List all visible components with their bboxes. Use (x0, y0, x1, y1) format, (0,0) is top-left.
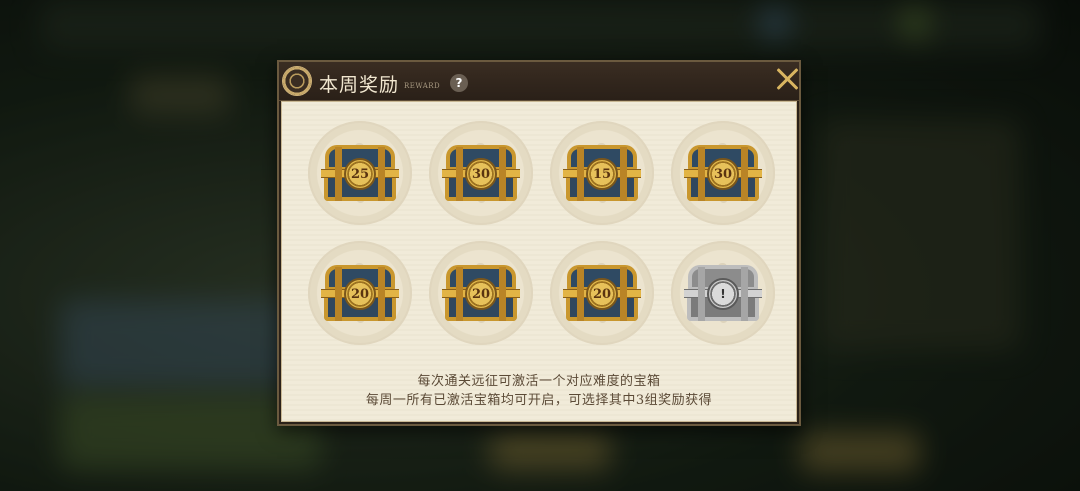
treasure-chest-icon: 15 (563, 145, 641, 203)
chest-count-label: 25 (350, 166, 370, 182)
reward-panel-body: 25 30 15 30 20 20 20 ! 每次通关远征可激活一个对应难度的宝… (281, 101, 797, 422)
chest-count-label: 30 (713, 166, 733, 182)
chest-lock-label: ! (720, 287, 726, 301)
dialog-title: 本周奖励 (319, 74, 400, 96)
chest-lock-badge: 30 (465, 158, 497, 190)
chest-lock-badge: 15 (586, 158, 618, 190)
chest-count-label: 20 (350, 286, 370, 302)
locked-silver-chest-icon: ! (684, 265, 762, 323)
treasure-chest-icon: 30 (684, 145, 762, 203)
dialog-header: 本周奖励 REWARD ? (279, 62, 799, 101)
treasure-chest-icon: 25 (321, 145, 399, 203)
dialog-subtitle: REWARD (404, 82, 441, 90)
chest-lock-badge: 20 (586, 278, 618, 310)
chest-count-label: 20 (471, 286, 491, 302)
chest-lock-badge: ! (707, 278, 739, 310)
chest-slot-1[interactable]: 25 (308, 121, 412, 225)
chest-count-label: 20 (592, 286, 612, 302)
treasure-chest-icon: 20 (442, 265, 520, 323)
help-button[interactable]: ? (450, 74, 468, 92)
close-button[interactable] (775, 66, 801, 92)
chest-slot-8[interactable]: ! (671, 241, 775, 345)
chest-slot-2[interactable]: 30 (429, 121, 533, 225)
chest-lock-badge: 20 (465, 278, 497, 310)
treasure-chest-icon: 20 (563, 265, 641, 323)
treasure-chest-icon: 30 (442, 145, 520, 203)
chest-lock-badge: 20 (344, 278, 376, 310)
chest-slot-3[interactable]: 15 (550, 121, 654, 225)
treasure-chest-icon: 20 (321, 265, 399, 323)
chest-slot-5[interactable]: 20 (308, 241, 412, 345)
gear-emblem-icon (282, 66, 312, 96)
description-line-1: 每次通关远征可激活一个对应难度的宝箱 (417, 374, 661, 389)
chest-count-label: 15 (592, 166, 612, 182)
chest-lock-badge: 30 (707, 158, 739, 190)
chest-slot-4[interactable]: 30 (671, 121, 775, 225)
chest-lock-badge: 25 (344, 158, 376, 190)
chest-count-label: 30 (471, 166, 491, 182)
chest-slot-7[interactable]: 20 (550, 241, 654, 345)
description-line-2: 每周一所有已激活宝箱均可开启，可选择其中3组奖励获得 (365, 393, 713, 408)
weekly-reward-dialog: 本周奖励 REWARD ? 25 30 15 30 20 20 20 ! 每次通… (277, 60, 801, 426)
chest-slot-6[interactable]: 20 (429, 241, 533, 345)
